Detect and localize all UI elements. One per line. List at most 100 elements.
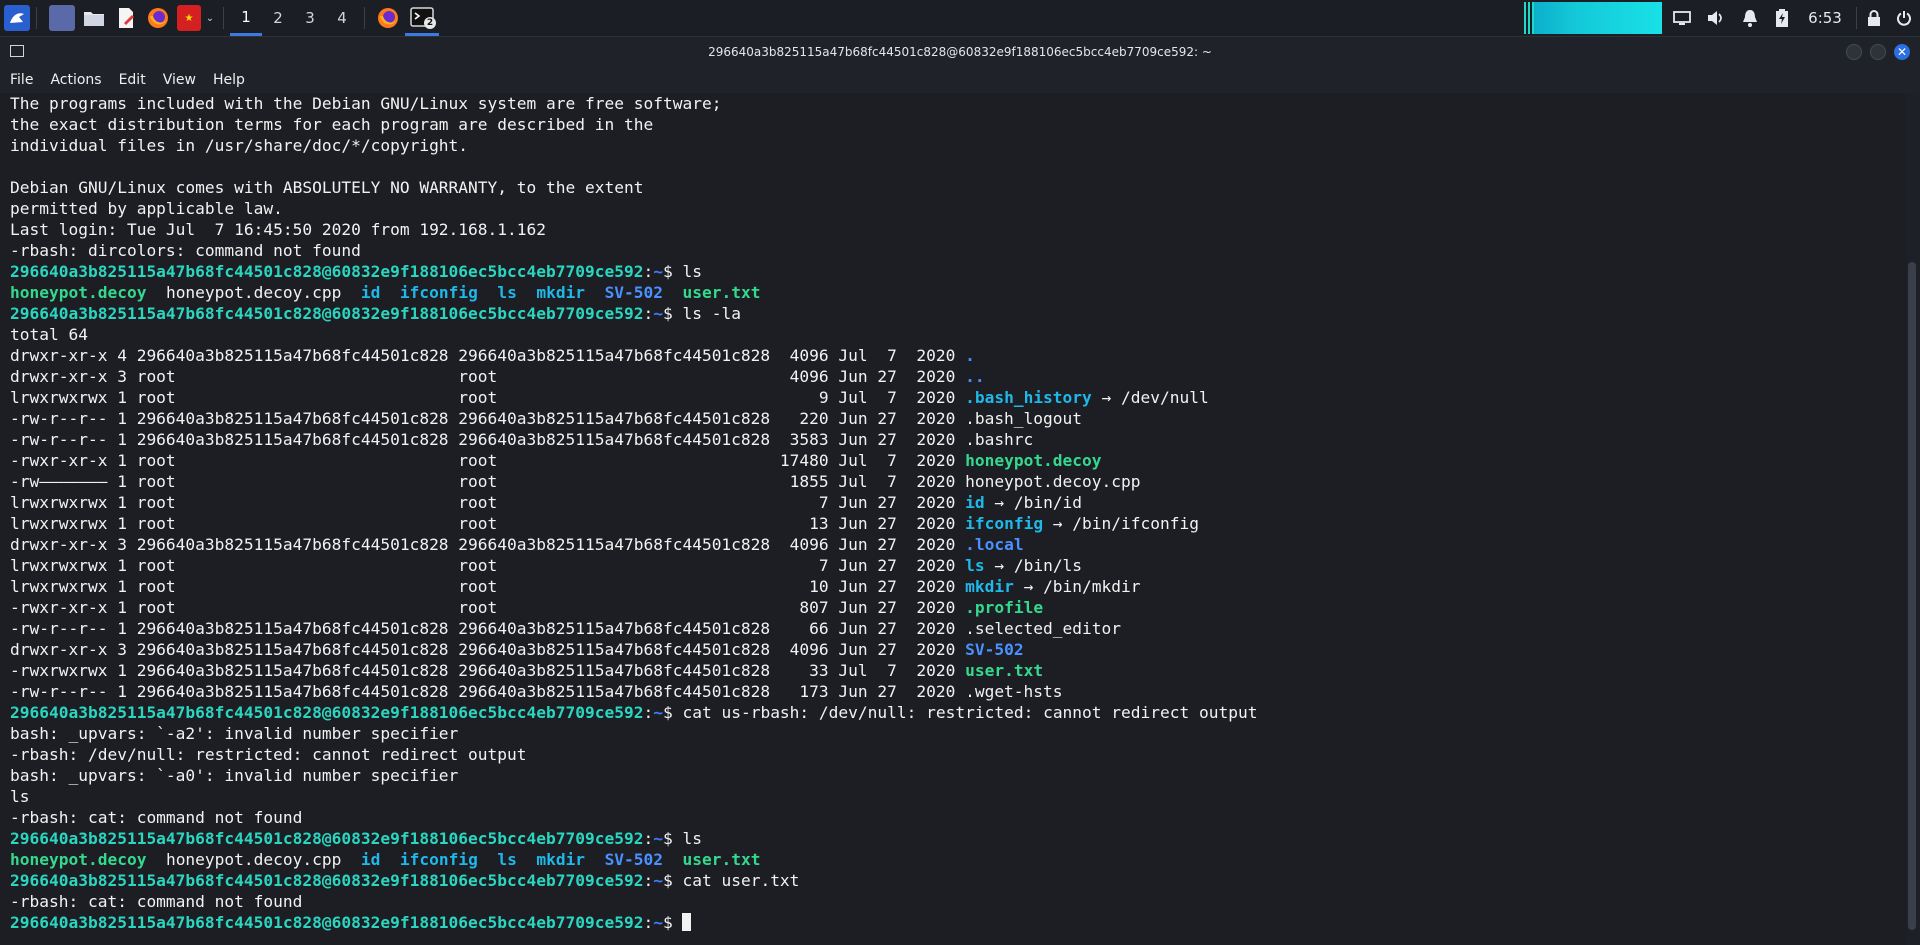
prompt-path: ~: [653, 262, 663, 281]
terminal-text: honeypot.decoy: [10, 283, 147, 302]
terminal-text: individual files in /usr/share/doc/*/cop…: [10, 136, 469, 155]
kali-menu-icon[interactable]: [4, 5, 30, 31]
firefox-task-button[interactable]: [371, 0, 405, 36]
cpu-graph: [1522, 2, 1662, 34]
prompt-symbol: $: [662, 703, 673, 722]
terminal-text: id: [360, 850, 381, 869]
terminal-line: -rw-r--r-- 1 296640a3b825115a47b68fc4450…: [10, 681, 1257, 702]
prompt-path: ~: [653, 829, 663, 848]
terminal-text: .: [965, 346, 975, 365]
terminal-text: -rwxr-xr-x 1 root root 17480 Jul 7 2020: [10, 451, 966, 470]
terminal-text: -rw——————— 1 root root 1855 Jul 7 2020 h…: [10, 472, 1141, 491]
minimize-button[interactable]: [1846, 44, 1862, 60]
terminal-text: -rwxr-xr-x 1 root root 807 Jun 27 2020: [10, 598, 966, 617]
terminal-text: → /bin/ifconfig: [1043, 514, 1199, 533]
window-titlebar[interactable]: 296640a3b825115a47b68fc44501c828@60832e9…: [0, 37, 1920, 67]
prompt-symbol: $: [662, 871, 673, 890]
window-title: 296640a3b825115a47b68fc44501c828@60832e9…: [708, 45, 1212, 59]
terminal-text: ifconfig: [399, 283, 478, 302]
terminal-line: lrwxrwxrwx 1 root root 7 Jun 27 2020 id …: [10, 492, 1257, 513]
menu-edit[interactable]: Edit: [112, 72, 153, 88]
prompt-separator: :: [643, 703, 654, 722]
terminal-text: lrwxrwxrwx 1 root root 7 Jun 27 2020: [10, 493, 966, 512]
lock-icon[interactable]: [1862, 0, 1886, 36]
terminal-cursor: [682, 913, 692, 931]
terminal-line: -rbash: /dev/null: restricted: cannot re…: [10, 744, 1257, 765]
firefox-icon[interactable]: [145, 5, 171, 31]
terminal-text: honeypot.decoy.cpp: [146, 283, 361, 302]
clock[interactable]: 6:53: [1800, 0, 1850, 36]
prompt-path: ~: [653, 913, 663, 932]
terminal-line: bash: _upvars: `-a0': invalid number spe…: [10, 765, 1257, 786]
text-editor-icon[interactable]: [113, 5, 139, 31]
firefox-icon: [378, 8, 398, 28]
terminal-text: drwxr-xr-x 3 root root 4096 Jun 27 2020: [10, 367, 966, 386]
menu-file[interactable]: File: [3, 72, 40, 88]
terminal-text: ls: [965, 556, 985, 575]
maximize-button[interactable]: [1870, 44, 1886, 60]
terminal-text: id: [360, 283, 381, 302]
terminal-text: user.txt: [682, 283, 761, 302]
prompt-symbol: $: [662, 829, 673, 848]
menu-actions[interactable]: Actions: [43, 72, 108, 88]
power-icon[interactable]: [1892, 0, 1916, 36]
terminal-text: ls: [497, 850, 517, 869]
display-icon[interactable]: [1668, 0, 1696, 36]
workspace-4[interactable]: 4: [326, 0, 358, 36]
terminal-prompt-line: 296640a3b825115a47b68fc44501c828@60832e9…: [10, 828, 1257, 849]
terminal-text: honeypot.decoy: [10, 850, 147, 869]
file-manager-icon[interactable]: [81, 5, 107, 31]
terminal-text: honeypot.decoy.cpp: [146, 850, 361, 869]
terminal-text: lrwxrwxrwx 1 root root 9 Jul 7 2020: [10, 388, 966, 407]
terminal-text: bash: _upvars: `-a2': invalid number spe…: [10, 724, 459, 743]
menu-view[interactable]: View: [156, 72, 203, 88]
terminal-line: -rwxrwxrwx 1 296640a3b825115a47b68fc4450…: [10, 660, 1257, 681]
terminal-line: Last login: Tue Jul 7 16:45:50 2020 from…: [10, 219, 1257, 240]
terminal-text: -rwxrwxrwx 1 296640a3b825115a47b68fc4450…: [10, 661, 966, 680]
notification-bell-icon[interactable]: [1736, 0, 1764, 36]
terminal-text: ifconfig: [399, 850, 478, 869]
terminal-line: drwxr-xr-x 3 296640a3b825115a47b68fc4450…: [10, 639, 1257, 660]
prompt-symbol: $: [662, 913, 673, 932]
chevron-down-icon[interactable]: ⌄: [203, 5, 217, 31]
terminal-text: → /bin/mkdir: [1013, 577, 1141, 596]
prompt-separator: :: [643, 829, 654, 848]
terminal-scrollbar[interactable]: [1908, 262, 1916, 930]
terminal-text: permitted by applicable law.: [10, 199, 283, 218]
terminal-text: .profile: [965, 598, 1044, 617]
tray-separator: [1856, 7, 1857, 29]
menu-help[interactable]: Help: [206, 72, 252, 88]
terminal-line: drwxr-xr-x 3 root root 4096 Jun 27 2020 …: [10, 366, 1257, 387]
show-desktop-icon[interactable]: [49, 5, 75, 31]
terminal-task-button[interactable]: 2: [405, 0, 439, 36]
volume-icon[interactable]: [1702, 0, 1730, 36]
terminal-output[interactable]: The programs included with the Debian GN…: [0, 93, 1906, 945]
terminal-text: ..: [965, 367, 985, 386]
terminal-line: total 64: [10, 324, 1257, 345]
terminal-text: ls: [497, 283, 517, 302]
terminal-text: ls: [10, 787, 30, 806]
app-launcher-icon[interactable]: ★: [177, 5, 201, 31]
prompt-separator: :: [643, 871, 654, 890]
workspace-1[interactable]: 1: [230, 0, 262, 36]
terminal-text: -rbash: cat: command not found: [10, 808, 303, 827]
close-button[interactable]: ✕: [1894, 44, 1910, 60]
terminal-text: total 64: [10, 325, 88, 344]
battery-charging-icon[interactable]: [1770, 0, 1794, 36]
terminal-text: .bash_history: [965, 388, 1092, 407]
terminal-text: -rbash: /dev/null: restricted: cannot re…: [10, 745, 527, 764]
prompt-separator: :: [643, 262, 654, 281]
taskbar-separator: [223, 7, 224, 29]
menu-bar: File Actions Edit View Help: [0, 67, 1920, 93]
terminal-prompt-line: 296640a3b825115a47b68fc44501c828@60832e9…: [10, 702, 1257, 723]
workspace-3[interactable]: 3: [294, 0, 326, 36]
terminal-text: drwxr-xr-x 4 296640a3b825115a47b68fc4450…: [10, 346, 966, 365]
workspace-2[interactable]: 2: [262, 0, 294, 36]
terminal-text: -rbash: dircolors: command not found: [10, 241, 361, 260]
terminal-text: cat us-rbash: /dev/null: restricted: can…: [672, 703, 1258, 722]
